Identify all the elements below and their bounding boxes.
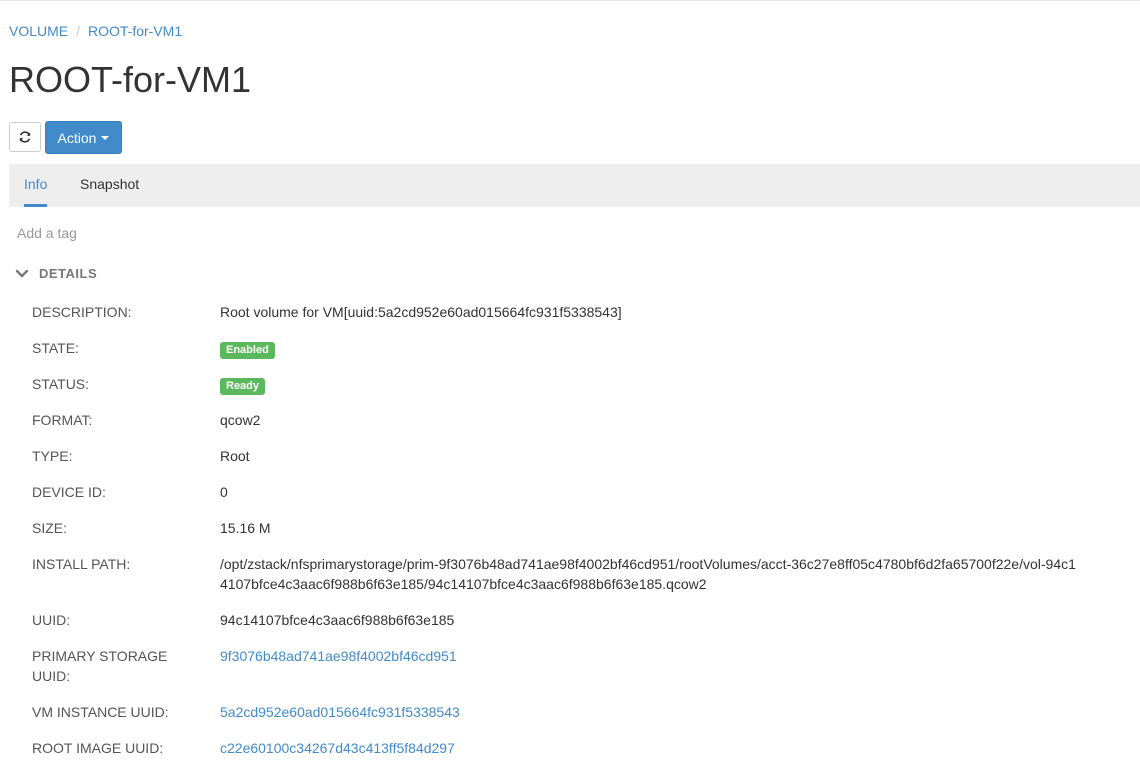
type-key: TYPE: (32, 448, 73, 464)
device-id-key: DEVICE ID: (32, 484, 106, 500)
primary-storage-uuid-key: PRIMARY STORAGE UUID: (32, 648, 168, 684)
description-value: Root volume for VM[uuid:5a2cd952e60ad015… (220, 304, 622, 320)
active-tab-indicator (24, 204, 48, 207)
tab-bar: Info Snapshot (9, 164, 1140, 207)
status-key: STATUS: (32, 376, 90, 392)
vm-instance-uuid-key: VM INSTANCE UUID: (32, 704, 169, 720)
details-section-toggle[interactable]: DETAILS (15, 266, 97, 281)
tab-info-label: Info (24, 176, 48, 192)
primary-storage-uuid-link[interactable]: 9f3076b48ad741ae98f4002bf46cd951 (220, 648, 457, 664)
page-title: ROOT-for-VM1 (9, 59, 252, 100)
size-key: SIZE: (32, 520, 68, 536)
tab-info[interactable]: Info (24, 164, 48, 207)
action-button-label: Action (57, 129, 97, 146)
tab-snapshot[interactable]: Snapshot (80, 164, 139, 207)
action-dropdown-button[interactable]: Action (45, 121, 122, 154)
breadcrumb-current-link[interactable]: ROOT-for-VM1 (88, 23, 182, 39)
breadcrumb: VOLUME / ROOT-for-VM1 (9, 22, 182, 40)
root-image-uuid-key: ROOT IMAGE UUID: (32, 740, 164, 756)
install-path-key: INSTALL PATH: (32, 556, 131, 572)
device-id-value: 0 (220, 484, 228, 500)
add-tag-link[interactable]: Add a tag (17, 225, 77, 241)
state-badge: Enabled (220, 342, 275, 359)
format-key: FORMAT: (32, 412, 93, 428)
description-key: DESCRIPTION: (32, 304, 132, 320)
breadcrumb-separator: / (76, 23, 81, 39)
root-image-uuid-link[interactable]: c22e60100c34267d43c413ff5f84d297 (220, 740, 455, 756)
uuid-key: UUID: (32, 612, 71, 628)
status-badge: Ready (220, 378, 266, 395)
format-value: qcow2 (220, 412, 261, 428)
install-path-value: /opt/zstack/nfsprimarystorage/prim-9f307… (220, 556, 1076, 592)
refresh-button[interactable] (9, 122, 41, 152)
state-key: STATE: (32, 340, 79, 356)
vm-instance-uuid-link[interactable]: 5a2cd952e60ad015664fc931f5338543 (220, 704, 460, 720)
tab-snapshot-label: Snapshot (80, 176, 140, 192)
top-divider (0, 0, 1140, 1)
chevron-down-icon (15, 269, 29, 277)
breadcrumb-volume-link[interactable]: VOLUME (9, 23, 68, 39)
refresh-icon (19, 131, 31, 143)
type-value: Root (220, 448, 250, 464)
caret-down-icon (101, 135, 110, 140)
size-value: 15.16 M (220, 520, 271, 536)
details-section-title: DETAILS (39, 266, 98, 281)
uuid-value: 94c14107bfce4c3aac6f988b6f63e185 (220, 612, 455, 628)
